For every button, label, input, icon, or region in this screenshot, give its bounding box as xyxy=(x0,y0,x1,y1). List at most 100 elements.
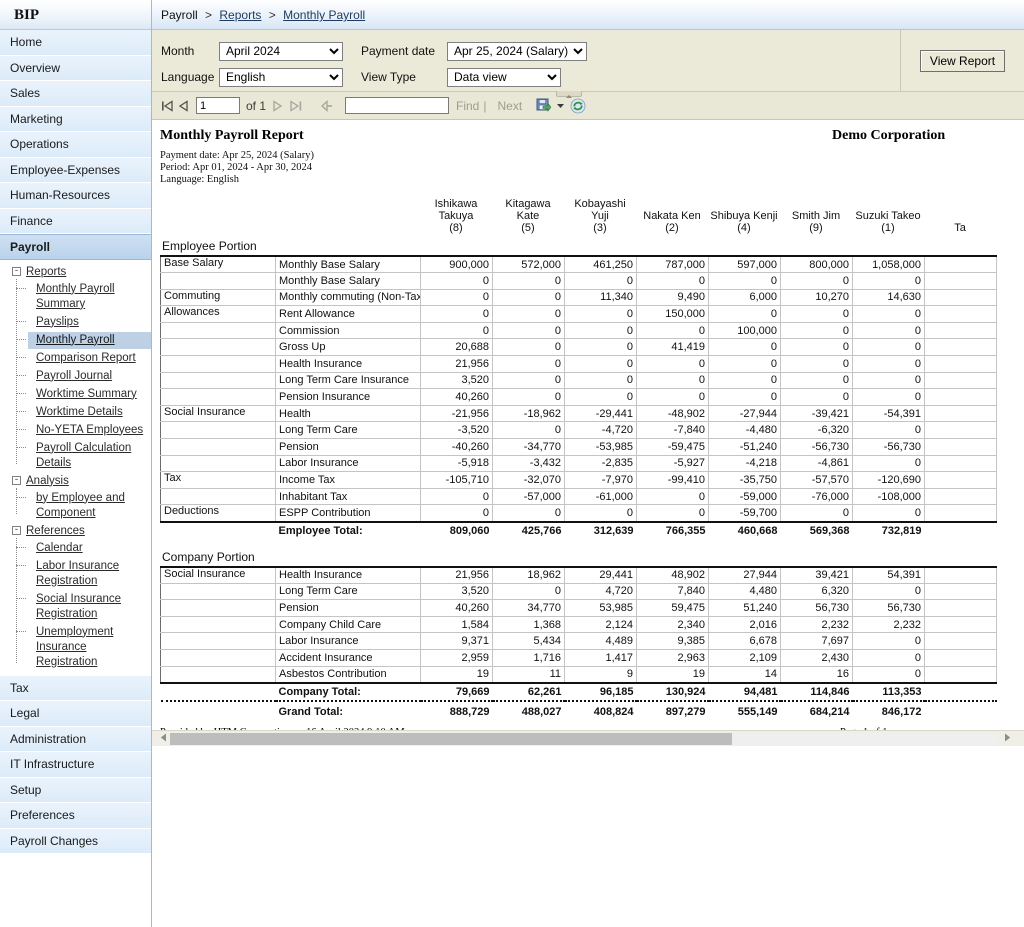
sidebar-item-preferences[interactable]: Preferences xyxy=(0,803,151,829)
sidebar-item-payroll-changes[interactable]: Payroll Changes xyxy=(0,828,151,854)
tree-item-link[interactable]: Payslips xyxy=(36,316,79,328)
table-cell-value: 0 xyxy=(492,355,565,373)
breadcrumb-link-reports[interactable]: Reports xyxy=(219,8,261,22)
payment-date-select[interactable]: Apr 25, 2024 (Salary) xyxy=(447,41,587,61)
table-cell-value xyxy=(924,371,997,390)
sidebar-item-it-infrastructure[interactable]: IT Infrastructure xyxy=(0,752,151,778)
employee-name: Smith Jim xyxy=(791,210,841,222)
tree-item[interactable]: Unemployment Insurance Registration xyxy=(16,624,151,671)
sidebar-item-legal[interactable]: Legal xyxy=(0,701,151,727)
chevron-down-icon[interactable] xyxy=(556,101,570,110)
scrollbar-track[interactable] xyxy=(170,733,998,745)
toolbar-collapse-handle[interactable] xyxy=(556,91,582,98)
table-cell-value: 0 xyxy=(780,321,853,340)
previous-page-icon[interactable] xyxy=(178,99,196,112)
tree-item-link[interactable]: Labor Insurance Registration xyxy=(36,560,119,587)
tree-item[interactable]: No-YETA Employees xyxy=(16,422,151,439)
view-type-select[interactable]: Data view xyxy=(447,67,561,87)
sidebar-item-marketing[interactable]: Marketing xyxy=(0,106,151,132)
sidebar-item-operations[interactable]: Operations xyxy=(0,132,151,158)
scroll-left-icon[interactable] xyxy=(156,731,170,747)
row-component-label: Inhabitant Tax xyxy=(275,487,421,506)
breadcrumb-link-monthly-payroll[interactable]: Monthly Payroll xyxy=(283,8,365,22)
page-number-input[interactable] xyxy=(196,97,240,114)
sidebar-item-finance[interactable]: Finance xyxy=(0,208,151,234)
sidebar-item-setup[interactable]: Setup xyxy=(0,777,151,803)
row-group-label: Allowances xyxy=(160,305,276,323)
table-cell-value: -59,700 xyxy=(708,504,781,522)
tree-item-link[interactable]: Monthly Payroll Summary xyxy=(36,283,115,310)
sidebar-item-sales[interactable]: Sales xyxy=(0,81,151,107)
tree-item[interactable]: Calendar xyxy=(16,540,151,557)
table-cell-value: 1,716 xyxy=(492,648,565,667)
tree-item[interactable]: by Employee and Component xyxy=(16,490,151,522)
tree-item-link[interactable]: No-YETA Employees xyxy=(36,424,143,436)
sidebar-item-administration[interactable]: Administration xyxy=(0,726,151,752)
table-cell-value xyxy=(924,582,997,601)
tree-item-link[interactable]: Calendar xyxy=(36,542,83,554)
tree-item[interactable]: Worktime Summary xyxy=(16,386,151,403)
tree-item-link[interactable]: Payroll Journal xyxy=(36,370,112,382)
tree-group-link[interactable]: Analysis xyxy=(26,475,69,487)
row-component-label: Pension xyxy=(275,438,421,456)
export-save-icon[interactable] xyxy=(536,98,556,113)
scrollbar-thumb[interactable] xyxy=(170,733,732,745)
tree-item-link[interactable]: Worktime Summary xyxy=(36,388,137,400)
next-page-icon[interactable] xyxy=(271,99,289,112)
tree-item[interactable]: Monthly Payroll Summary xyxy=(16,281,151,313)
table-cell-value: -3,432 xyxy=(492,454,565,473)
tree-collapse-icon[interactable]: - xyxy=(12,266,21,276)
tree-item[interactable]: Social Insurance Registration xyxy=(16,591,151,623)
table-cell-value: -32,070 xyxy=(492,471,565,489)
back-to-parent-icon[interactable] xyxy=(321,99,339,112)
tree-item-link[interactable]: Monthly Payroll xyxy=(36,334,115,346)
tree-item-link[interactable]: Comparison Report xyxy=(36,352,136,364)
report-column-headers: Ishikawa Takuya (8) Kitagawa Kate (5) Kobaya… xyxy=(160,198,996,236)
next-link[interactable]: Next xyxy=(497,99,522,113)
tree-item-link[interactable]: Worktime Details xyxy=(36,406,123,418)
find-input[interactable] xyxy=(345,97,450,114)
tree-item[interactable]: Labor Insurance Registration xyxy=(16,558,151,590)
last-page-icon[interactable] xyxy=(289,99,307,112)
sidebar-item-overview[interactable]: Overview xyxy=(0,55,151,81)
tree-group-link[interactable]: References xyxy=(26,525,85,537)
find-link[interactable]: Find xyxy=(456,99,479,113)
scroll-right-icon[interactable] xyxy=(1000,731,1014,747)
row-component-label: Long Term Care xyxy=(275,582,421,601)
tree-item-link[interactable]: Social Insurance Registration xyxy=(36,593,121,620)
tree-collapse-icon[interactable]: - xyxy=(12,475,21,485)
report-horizontal-scrollbar[interactable] xyxy=(152,730,1024,746)
row-component-label: Commission xyxy=(275,321,421,340)
tree-group-link[interactable]: Reports xyxy=(26,266,66,278)
table-cell-value: 0 xyxy=(492,421,565,440)
table-cell-value: 0 xyxy=(636,487,709,506)
language-select[interactable]: English xyxy=(219,67,343,87)
tree-item[interactable]: Payroll Calculation Details xyxy=(16,440,151,472)
sidebar-item-human-resources[interactable]: Human-Resources xyxy=(0,183,151,209)
view-report-button[interactable]: View Report xyxy=(919,49,1006,72)
report-meta-payment-date: Payment date: Apr 25, 2024 (Salary) xyxy=(160,150,314,161)
tree-item[interactable]: Comparison Report xyxy=(16,350,151,367)
tree-item[interactable]: Payroll Journal xyxy=(16,368,151,385)
table-cell-value xyxy=(924,615,997,634)
totals-cell-value: 766,355 xyxy=(636,520,709,540)
tree-collapse-icon[interactable]: - xyxy=(12,525,21,535)
sidebar-item-payroll[interactable]: Payroll xyxy=(0,234,151,260)
tree-item-link[interactable]: Unemployment Insurance Registration xyxy=(36,626,113,668)
sidebar-item-employee-expenses[interactable]: Employee-Expenses xyxy=(0,157,151,183)
month-select[interactable]: April 2024 xyxy=(219,41,343,61)
table-cell-value xyxy=(924,288,997,307)
employee-id: (9) xyxy=(809,222,823,234)
table-cell-value: -59,000 xyxy=(708,487,781,506)
sidebar-item-home[interactable]: Home xyxy=(0,30,151,56)
sidebar-item-tax[interactable]: Tax xyxy=(0,675,151,701)
first-page-icon[interactable] xyxy=(160,99,178,112)
tree-item[interactable]: Monthly Payroll xyxy=(16,331,151,349)
main-content: Payroll > Reports > Monthly Payroll Mont… xyxy=(152,0,1024,927)
refresh-icon[interactable] xyxy=(570,98,594,114)
tree-item-link[interactable]: Payroll Calculation Details xyxy=(36,442,131,469)
tree-item[interactable]: Worktime Details xyxy=(16,404,151,421)
tree-item-link[interactable]: by Employee and Component xyxy=(36,492,125,519)
company-portion-table: Social Insurance Health Insurance 21,956 18… xyxy=(160,565,997,721)
tree-item[interactable]: Payslips xyxy=(16,314,151,331)
